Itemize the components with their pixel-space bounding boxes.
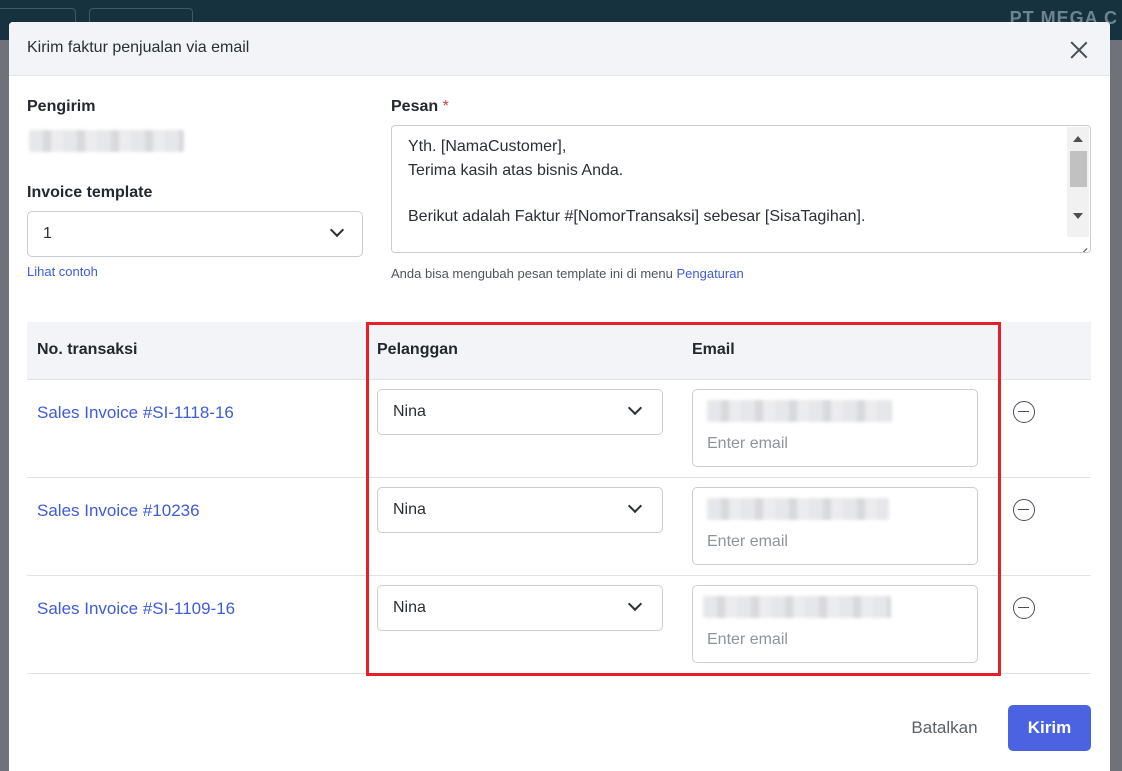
customer-select-value: Nina <box>393 599 426 616</box>
scroll-thumb[interactable] <box>1070 151 1087 187</box>
send-invoice-email-dialog: Kirim faktur penjualan via email Pengiri… <box>9 22 1110 771</box>
email-field[interactable]: Enter email <box>692 389 978 467</box>
template-label: Invoice template <box>27 184 153 201</box>
preview-link[interactable]: Lihat contoh <box>27 264 98 279</box>
dialog-title: Kirim faktur penjualan via email <box>27 39 250 56</box>
email-placeholder: Enter email <box>707 435 788 452</box>
transaction-link[interactable]: Sales Invoice #SI-1109-16 <box>37 599 235 619</box>
email-value-redacted <box>703 596 891 618</box>
message-label: Pesan * <box>391 98 449 115</box>
email-value-redacted <box>707 400 892 422</box>
chevron-down-icon <box>627 400 643 416</box>
column-header-transaction: No. transaksi <box>37 341 138 358</box>
row-divider <box>27 673 1091 674</box>
email-field[interactable]: Enter email <box>692 487 978 565</box>
email-placeholder: Enter email <box>707 533 788 550</box>
template-select-value: 1 <box>43 225 52 242</box>
scroll-up-icon[interactable] <box>1073 136 1083 142</box>
chevron-down-icon <box>627 498 643 514</box>
customer-select[interactable]: Nina <box>377 487 663 533</box>
email-value-redacted <box>707 498 889 520</box>
close-icon[interactable] <box>1070 41 1088 59</box>
customer-select[interactable]: Nina <box>377 389 663 435</box>
customer-select[interactable]: Nina <box>377 585 663 631</box>
email-placeholder: Enter email <box>707 631 788 648</box>
scroll-down-icon[interactable] <box>1073 213 1083 219</box>
remove-row-icon[interactable] <box>1013 401 1035 423</box>
template-select[interactable]: 1 <box>27 211 363 257</box>
send-button[interactable]: Kirim <box>1008 705 1091 751</box>
settings-link[interactable]: Pengaturan <box>676 266 743 281</box>
template-hint: Anda bisa mengubah pesan template ini di… <box>391 266 744 281</box>
hint-text: Anda bisa mengubah pesan template ini di… <box>391 266 673 281</box>
remove-row-icon[interactable] <box>1013 597 1035 619</box>
message-textarea[interactable]: Yth. [NamaCustomer], Terima kasih atas b… <box>391 125 1091 253</box>
chevron-down-icon <box>627 596 643 612</box>
message-line: Yth. [NamaCustomer], <box>408 138 567 155</box>
chevron-down-icon <box>329 222 345 238</box>
column-header-customer: Pelanggan <box>377 341 458 358</box>
required-mark: * <box>442 98 449 115</box>
resize-handle-icon[interactable] <box>1074 236 1088 250</box>
dialog-header: Kirim faktur penjualan via email <box>9 22 1110 76</box>
column-header-email: Email <box>692 341 735 358</box>
customer-select-value: Nina <box>393 501 426 518</box>
remove-row-icon[interactable] <box>1013 499 1035 521</box>
message-line: Terima kasih atas bisnis Anda. <box>408 162 624 179</box>
sender-value-redacted <box>29 130 184 152</box>
email-field[interactable]: Enter email <box>692 585 978 663</box>
row-divider <box>27 575 1091 576</box>
sender-label: Pengirim <box>27 98 96 115</box>
message-line: Berikut adalah Faktur #[NomorTransaksi] … <box>408 208 866 225</box>
cancel-button[interactable]: Batalkan <box>897 705 992 751</box>
transaction-link[interactable]: Sales Invoice #10236 <box>37 501 200 521</box>
row-divider <box>27 477 1091 478</box>
transaction-link[interactable]: Sales Invoice #SI-1118-16 <box>37 403 234 423</box>
customer-select-value: Nina <box>393 403 426 420</box>
textarea-scrollbar[interactable] <box>1067 127 1089 237</box>
table-header: No. transaksi Pelanggan Email <box>27 322 1091 380</box>
